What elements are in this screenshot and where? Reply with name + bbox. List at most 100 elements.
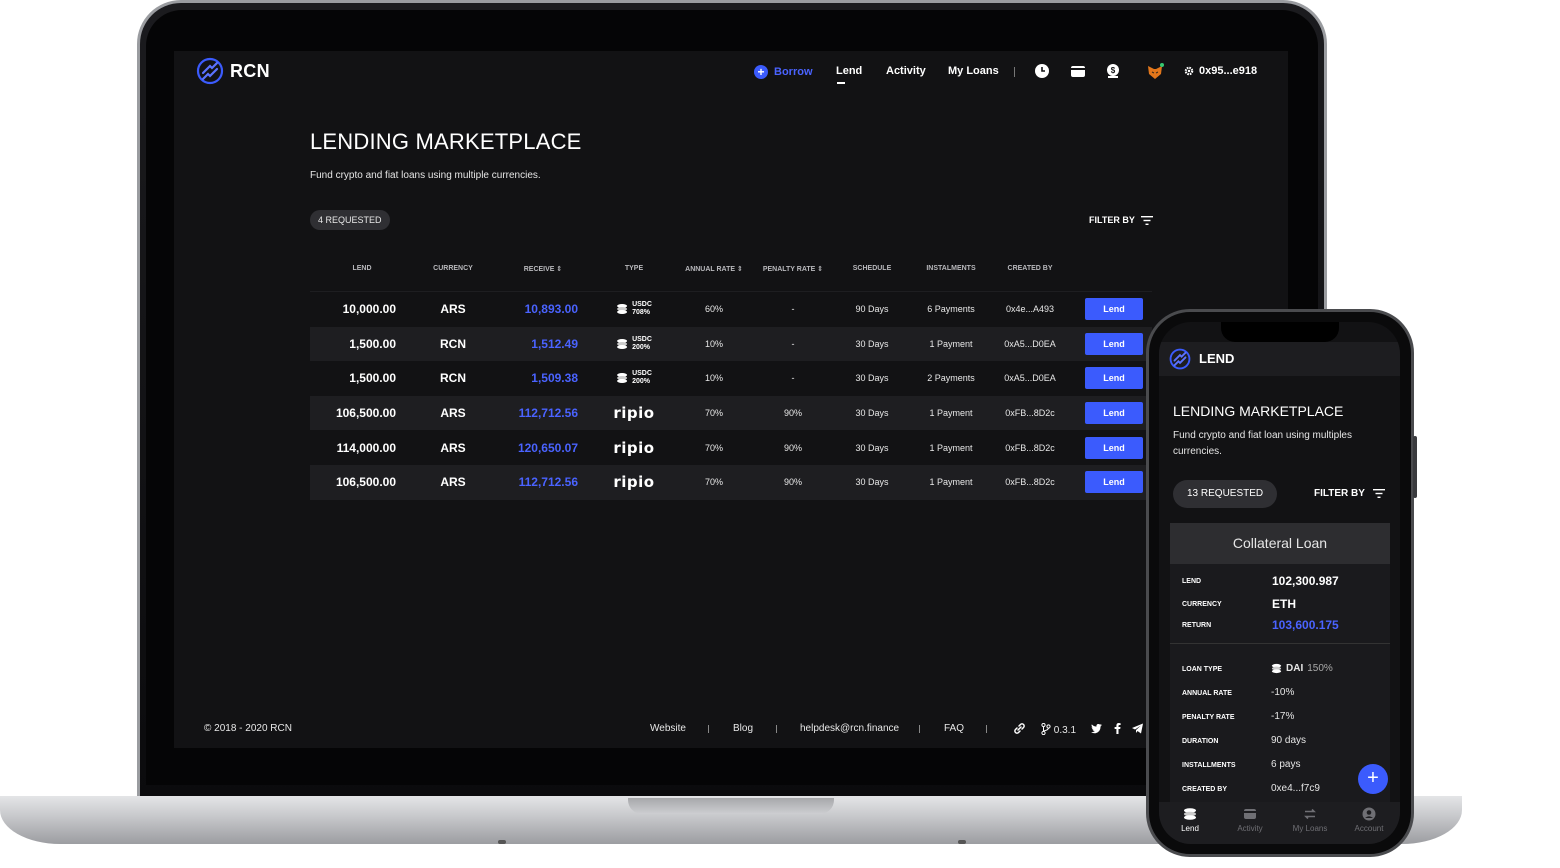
filter-by-button[interactable]: FILTER BY [1089,215,1153,225]
footer-link-faq[interactable]: FAQ [944,723,964,734]
add-loan-fab[interactable]: + [1358,764,1388,794]
header-annual-rate-label: ANNUAL RATE [685,266,736,273]
card-lend-value: 102,300.987 [1272,574,1339,588]
tab-account[interactable]: Account [1339,807,1399,833]
lend-button[interactable]: Lend [1085,402,1143,425]
dollar-bag-icon[interactable]: $ [1105,63,1121,79]
nav-my-loans[interactable]: My Loans [948,65,999,77]
cell-currency: RCN [440,336,466,351]
git-branch-icon [1041,722,1051,736]
requested-count-badge[interactable]: 4 REQUESTED [310,210,390,230]
mobile-tab-bar: Lend Activity My Loans Account [1159,802,1400,844]
table-row: 10,000.00 ARS 10,893.00 USDC 708% 60% - 9… [310,292,1152,327]
header-currency: CURRENCY [433,265,473,272]
mobile-header: LEND [1159,342,1400,376]
coins-icon [617,338,628,349]
table-row: 106,500.00 ARS 112,712.56 ripio 70% 90% … [310,464,1152,500]
coins-icon [617,304,628,315]
header-schedule: SCHEDULE [852,265,892,272]
cell-instalments: 1 Payment [929,338,973,349]
card-currency-label: CURRENCY [1182,601,1222,608]
tab-my-loans[interactable]: My Loans [1280,807,1340,833]
tab-account-label: Account [1354,824,1384,833]
cell-penalty-rate: - [791,373,795,384]
loan-card[interactable]: Collateral Loan LEND 102,300.987 CURRENC… [1170,523,1390,813]
filter-icon [1372,489,1385,498]
cell-created-by[interactable]: 0xA5...D0EA [1004,339,1056,349]
wallet-address: 0x95...e918 [1199,65,1258,77]
cell-schedule: 30 Days [855,442,889,453]
rcn-logo-icon[interactable] [1169,348,1191,370]
lend-button[interactable]: Lend [1085,298,1143,321]
cell-created-by[interactable]: 0xFB...8D2c [1005,408,1055,418]
telegram-icon[interactable] [1131,722,1144,735]
nav-lend[interactable]: Lend [836,65,862,77]
rcn-logo[interactable]: RCN [196,57,270,85]
twitter-icon[interactable] [1090,722,1103,735]
copyright: © 2018 - 2020 RCN [204,723,292,734]
card-lend-label: LEND [1182,578,1202,585]
cell-lend: 10,000.00 [342,302,396,317]
footer-link-blog[interactable]: Blog [733,723,753,734]
mobile-page-subtitle: Fund crypto and fiat loan using multiple… [1173,430,1352,457]
cell-annual-rate: 10% [704,373,724,384]
tab-my-loans-label: My Loans [1292,824,1328,833]
footer-link-website[interactable]: Website [650,723,686,734]
lend-button[interactable]: Lend [1085,332,1143,355]
card-annual-label: ANNUAL RATE [1182,690,1232,697]
wallet-icon[interactable] [1070,63,1086,79]
cell-created-by[interactable]: 0xA5...D0EA [1004,373,1056,383]
cell-penalty-rate: 90% [783,442,803,453]
nav-active-indicator [837,82,845,84]
mobile-filter-button[interactable]: FILTER BY [1314,488,1385,499]
nav-borrow[interactable]: + Borrow [754,65,813,79]
metamask-fox-icon[interactable] [1146,63,1164,81]
filter-by-label: FILTER BY [1089,215,1135,225]
type-percent: 200% [632,343,650,351]
version: 0.3.1 [1041,722,1076,736]
cell-created-by[interactable]: 0x4e...A493 [1006,304,1054,314]
cell-annual-rate: 70% [704,477,724,488]
header-instalments: INSTALMENTS [926,265,976,272]
sort-icon: ⇕ [817,266,824,273]
card-installments-value: 6 pays [1271,759,1301,770]
loans-table: LEND CURRENCY RECEIVE ⇕ TYPE ANNUAL RATE… [310,257,1152,500]
footer-link-email[interactable]: helpdesk@rcn.finance [800,723,899,734]
table-row: 1,500.00 RCN 1,512.49 USDC 200% 10% - 30 … [310,326,1152,362]
cell-schedule: 30 Days [855,477,889,488]
cell-instalments: 6 Payments [927,304,975,315]
plus-icon: + [754,65,768,79]
tab-lend-label: Lend [1181,824,1199,833]
tab-lend[interactable]: Lend [1160,807,1220,833]
lend-button[interactable]: Lend [1085,471,1143,494]
lend-button[interactable]: Lend [1085,436,1143,459]
ripio-logo: ripio [613,473,655,492]
clock-icon[interactable] [1034,63,1050,79]
type-percent: 708% [632,309,650,317]
cell-created-by[interactable]: 0xFB...8D2c [1005,477,1055,487]
header-annual-rate[interactable]: ANNUAL RATE ⇕ [685,265,743,273]
mobile-requested-badge[interactable]: 13 REQUESTED [1173,480,1278,508]
header-receive-label: RECEIVE [523,266,555,273]
table-row: 106,500.00 ARS 112,712.56 ripio 70% 90% … [310,395,1152,431]
cell-schedule: 30 Days [855,338,889,349]
header-receive[interactable]: RECEIVE ⇕ [524,265,563,273]
header-penalty-rate[interactable]: PENALTY RATE ⇕ [763,265,823,273]
cell-created-by[interactable]: 0xFB...8D2c [1005,443,1055,453]
cell-schedule: 30 Days [855,373,889,384]
brand-name: RCN [230,60,270,81]
tab-activity[interactable]: Activity [1220,807,1280,833]
account-button[interactable]: 0x95...e918 [1184,65,1257,77]
card-created-label: CREATED BY [1182,786,1227,793]
facebook-icon[interactable] [1111,722,1124,735]
link-icon[interactable] [1013,722,1026,735]
card-penalty-label: PENALTY RATE [1182,714,1235,721]
lend-button[interactable]: Lend [1085,367,1143,390]
nav-activity[interactable]: Activity [886,65,926,77]
cell-penalty-rate: - [791,304,795,315]
cell-annual-rate: 70% [704,442,724,453]
ripio-logo: ripio [613,404,655,423]
wallet-icon [1244,809,1256,819]
rcn-logo-icon [196,57,224,85]
tab-activity-label: Activity [1237,824,1263,833]
